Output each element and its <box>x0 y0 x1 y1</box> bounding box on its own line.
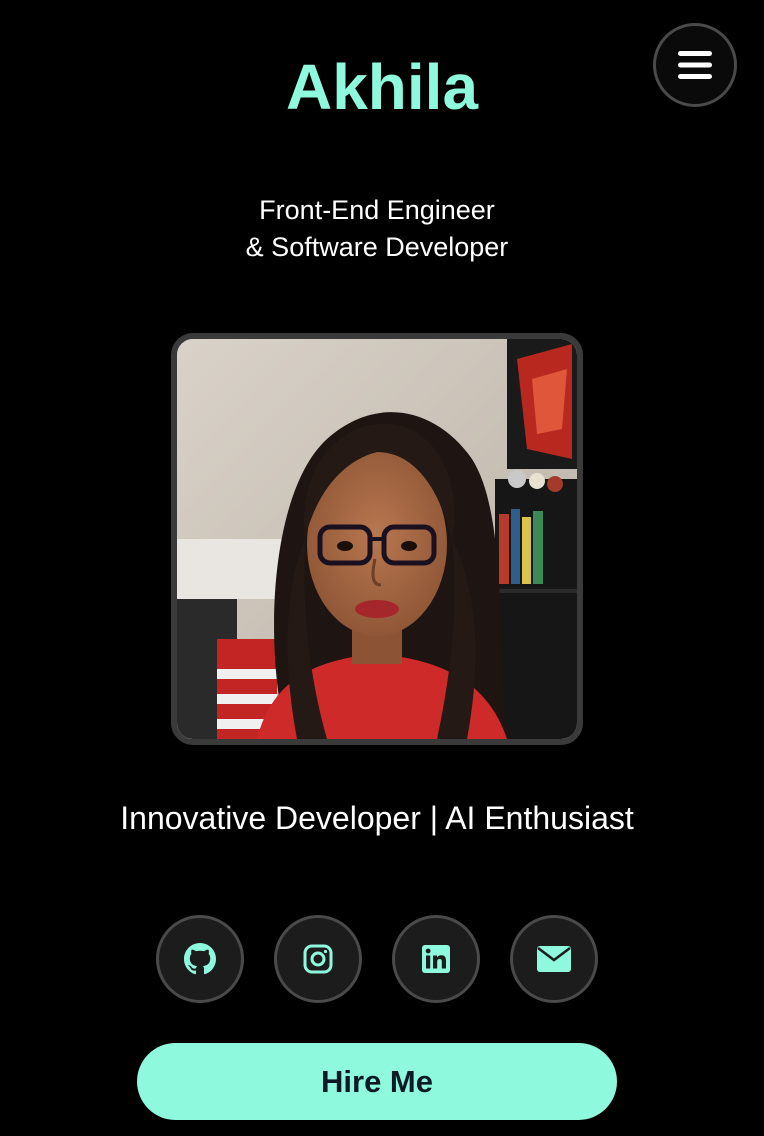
page-title: Akhila <box>285 51 479 123</box>
github-button[interactable] <box>156 915 244 1003</box>
subtitle-line-1: Front-End Engineer <box>259 195 495 225</box>
email-button[interactable] <box>510 915 598 1003</box>
subtitle-line-2: & Software Developer <box>245 232 509 262</box>
instagram-button[interactable] <box>274 915 362 1003</box>
tagline: Innovative Developer | AI Enthusiast <box>120 800 634 836</box>
email-icon <box>537 946 571 972</box>
github-icon <box>184 943 216 975</box>
profile-photo-illustration <box>177 339 577 739</box>
linkedin-button[interactable] <box>392 915 480 1003</box>
instagram-icon <box>303 944 333 974</box>
hire-me-button[interactable]: Hire Me <box>137 1043 617 1120</box>
linkedin-icon <box>422 945 450 973</box>
social-links <box>156 915 598 1003</box>
profile-photo <box>171 333 583 745</box>
role-subtitle: Front-End Engineer & Software Developer <box>0 192 754 266</box>
